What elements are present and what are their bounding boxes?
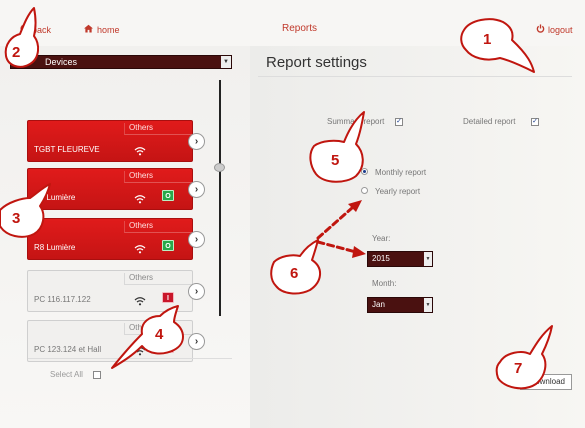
- report-settings-title: Report settings: [266, 54, 367, 71]
- annotation-number: 7: [514, 360, 523, 377]
- wifi-icon: [134, 293, 146, 311]
- device-card[interactable]: Others R8 Lumière O ›: [27, 218, 205, 260]
- select-all-label: Select All: [50, 370, 83, 379]
- chevron-down-icon: ▼: [424, 252, 432, 266]
- annotation-number: 4: [155, 326, 164, 343]
- yearly-report-label: Yearly report: [375, 187, 421, 196]
- reports-app: back home Reports logout Devices ▼ Other…: [0, 0, 585, 428]
- monthly-report-radio[interactable]: [361, 168, 368, 175]
- back-arrow-icon: [20, 24, 29, 35]
- device-card[interactable]: Others PC 116.117.122 I ›: [27, 270, 205, 312]
- devices-dropdown[interactable]: Devices ▼: [10, 55, 232, 69]
- device-card[interactable]: Others TGBT FLEUREVE ›: [27, 120, 205, 162]
- status-badge: I: [162, 292, 174, 303]
- device-card[interactable]: Others R4 Lumière O ›: [27, 168, 205, 210]
- home-icon: [83, 24, 94, 35]
- device-name: PC 123.124 et Hall: [34, 345, 102, 354]
- chevron-right-icon[interactable]: ›: [188, 231, 205, 248]
- monthly-report-label: Monthly report: [375, 168, 427, 177]
- download-button[interactable]: Download: [520, 374, 572, 390]
- home-label: home: [97, 24, 120, 35]
- back-label: back: [32, 24, 52, 35]
- device-name: TGBT FLEUREVE: [34, 145, 100, 154]
- yearly-report-radio[interactable]: [361, 187, 368, 194]
- chevron-down-icon: ▼: [424, 298, 432, 312]
- annotation-number: 5: [331, 152, 340, 169]
- year-value: 2015: [372, 254, 390, 263]
- chevron-right-icon[interactable]: ›: [188, 133, 205, 150]
- select-all-checkbox[interactable]: [92, 370, 101, 379]
- summary-report-checkbox[interactable]: ✓: [395, 118, 403, 126]
- detailed-report-checkbox[interactable]: ✓: [531, 118, 539, 126]
- device-card[interactable]: Others PC 123.124 et Hall I ›: [27, 320, 205, 362]
- month-value: Jan: [372, 300, 385, 309]
- device-name: R8 Lumière: [34, 243, 76, 252]
- device-category: Others: [124, 273, 194, 285]
- scrollbar-thumb[interactable]: [214, 163, 225, 172]
- status-badge: O: [162, 240, 174, 251]
- device-category: Others: [124, 123, 194, 135]
- scrollbar-track[interactable]: [219, 80, 221, 316]
- device-category: Others: [124, 221, 194, 233]
- wifi-icon: [134, 241, 146, 259]
- device-name: PC 116.117.122: [34, 295, 91, 304]
- power-icon: [536, 24, 545, 35]
- year-label: Year:: [372, 234, 391, 243]
- home-link[interactable]: home: [83, 24, 120, 35]
- report-settings-pane: [250, 46, 585, 428]
- select-all[interactable]: Select All: [50, 370, 101, 379]
- status-badge: O: [162, 190, 174, 201]
- chevron-down-icon: ▼: [221, 56, 231, 68]
- annotation-number: 2: [12, 44, 21, 61]
- logout-link[interactable]: logout: [536, 24, 573, 35]
- chevron-right-icon[interactable]: ›: [188, 333, 205, 350]
- back-link[interactable]: back: [20, 24, 51, 35]
- chevron-right-icon[interactable]: ›: [188, 283, 205, 300]
- month-dropdown[interactable]: Jan ▼: [367, 297, 433, 313]
- year-dropdown[interactable]: 2015 ▼: [367, 251, 433, 267]
- annotation-number: 3: [12, 210, 21, 227]
- annotation-number: 6: [290, 265, 299, 282]
- status-badge: I: [162, 342, 174, 353]
- detailed-report-label: Detailed report: [463, 117, 516, 126]
- top-bar: back home Reports logout: [0, 0, 585, 46]
- summary-report-label: Summary report: [327, 117, 385, 126]
- divider: [28, 358, 232, 359]
- month-label: Month:: [372, 279, 397, 288]
- annotation-number: 1: [483, 31, 492, 48]
- page-title: Reports: [282, 23, 318, 34]
- wifi-icon: [134, 143, 146, 161]
- divider: [258, 76, 572, 77]
- chevron-right-icon[interactable]: ›: [188, 181, 205, 198]
- wifi-icon: [134, 191, 146, 209]
- devices-dropdown-value: Devices: [45, 57, 78, 67]
- device-name: R4 Lumière: [34, 193, 76, 202]
- logout-label: logout: [548, 24, 573, 35]
- device-category: Others: [124, 171, 194, 183]
